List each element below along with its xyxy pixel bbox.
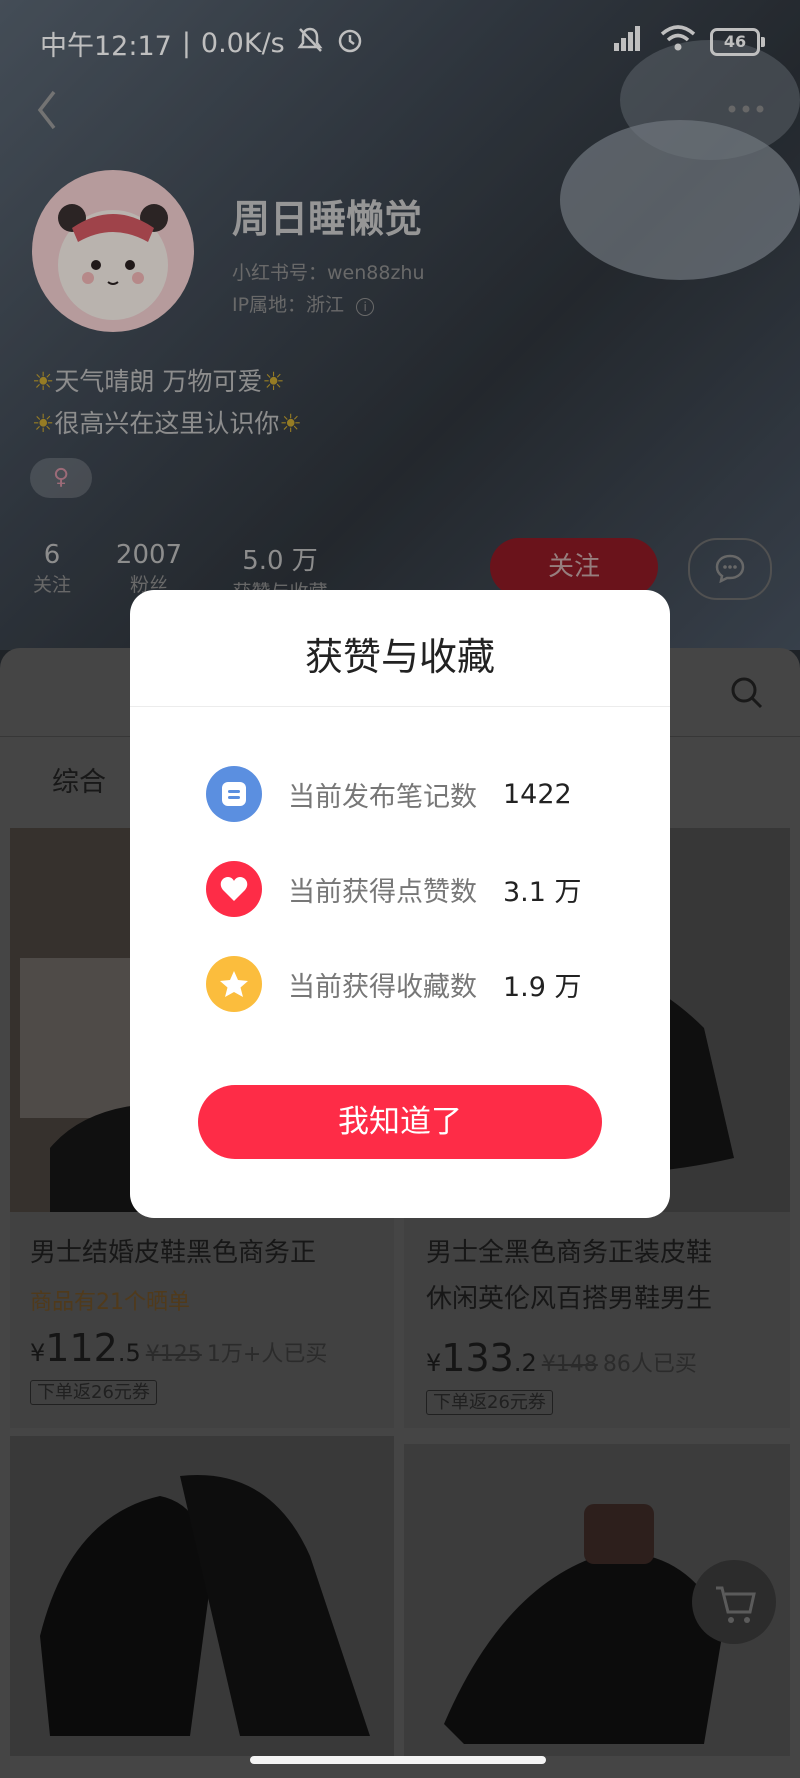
row-value: 1.9 万 (503, 971, 582, 1003)
heart-icon (206, 861, 262, 917)
dialog-row-likes: 当前获得点赞数 3.1 万 (206, 861, 582, 917)
home-indicator[interactable] (250, 1756, 546, 1764)
dialog-row-collects: 当前获得收藏数 1.9 万 (206, 956, 582, 1012)
likes-collects-dialog: 获赞与收藏 当前发布笔记数 1422 当前获得点赞数 3.1 万 当前获得收藏数… (130, 590, 670, 1218)
row-label: 当前发布笔记数 (288, 781, 477, 813)
star-icon (206, 956, 262, 1012)
dialog-row-notes: 当前发布笔记数 1422 (206, 766, 572, 822)
note-icon (206, 766, 262, 822)
row-value: 3.1 万 (503, 876, 582, 908)
confirm-button[interactable]: 我知道了 (198, 1085, 602, 1159)
divider (130, 706, 670, 707)
row-label: 当前获得点赞数 (288, 876, 477, 908)
row-value: 1422 (503, 778, 572, 810)
row-label: 当前获得收藏数 (288, 971, 477, 1003)
dialog-title: 获赞与收藏 (304, 635, 495, 679)
